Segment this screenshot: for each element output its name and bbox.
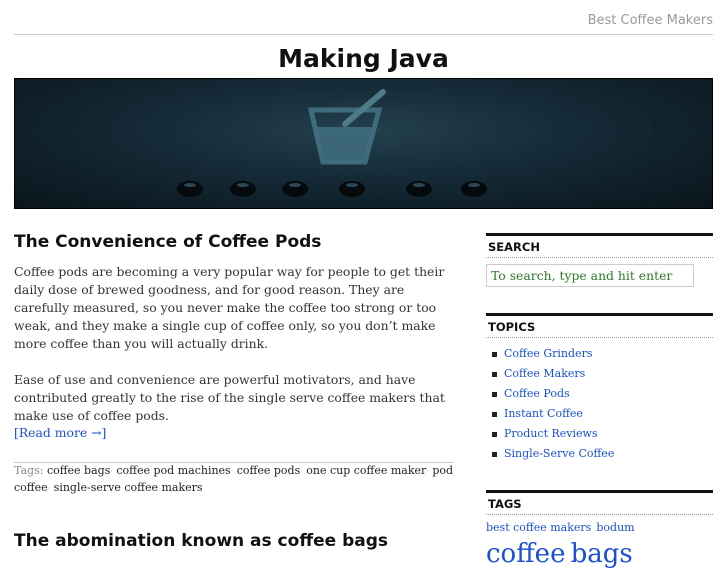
tag-cloud-link[interactable]: bodum <box>596 521 634 534</box>
topic-link[interactable]: Coffee Pods <box>488 384 614 404</box>
tag-link[interactable]: coffee bags <box>47 464 110 477</box>
site-title[interactable]: Making Java <box>0 44 727 73</box>
topics-list: Coffee Grinders Coffee Makers Coffee Pod… <box>488 344 614 464</box>
post-tags: Tags: coffee bags· coffee pod machines· … <box>14 462 454 497</box>
topic-link[interactable]: Single-Serve Coffee <box>488 444 614 464</box>
square-bullet-icon <box>492 352 497 357</box>
search-input[interactable]: To search, type and hit enter <box>486 264 694 287</box>
tag-cloud-link[interactable]: bags <box>571 539 633 569</box>
square-bullet-icon <box>492 392 497 397</box>
square-bullet-icon <box>492 412 497 417</box>
post-title[interactable]: The Convenience of Coffee Pods <box>14 232 321 252</box>
tag-link[interactable]: coffee pods <box>237 464 300 477</box>
tag-cloud-link[interactable]: best coffee makers <box>486 521 591 534</box>
topic-link[interactable]: Product Reviews <box>488 424 614 444</box>
tag-link[interactable]: one cup coffee maker <box>306 464 426 477</box>
header-banner <box>14 78 713 209</box>
square-bullet-icon <box>492 432 497 437</box>
coffee-cup-icon <box>74 79 656 208</box>
tags-label: Tags: <box>14 464 44 477</box>
search-heading: SEARCH <box>486 233 713 258</box>
square-bullet-icon <box>492 372 497 377</box>
read-more-link[interactable]: [Read more →] <box>14 425 106 440</box>
topic-link[interactable]: Coffee Grinders <box>488 344 614 364</box>
tag-cloud: best coffee makers bodum coffee bags <box>486 513 713 570</box>
topic-link[interactable]: Coffee Makers <box>488 364 614 384</box>
post-paragraph: Coffee pods are becoming a very popular … <box>14 264 445 351</box>
post-title[interactable]: The abomination known as coffee bags <box>14 531 388 551</box>
square-bullet-icon <box>492 452 497 457</box>
topic-link[interactable]: Instant Coffee <box>488 404 614 424</box>
topics-heading: TOPICS <box>486 313 713 338</box>
tag-link[interactable]: coffee pod machines <box>116 464 230 477</box>
header-divider <box>14 34 713 35</box>
post-paragraph: Ease of use and convenience are powerful… <box>14 372 445 423</box>
tags-heading: TAGS <box>486 490 713 515</box>
tag-link[interactable]: single-serve coffee makers <box>54 481 203 494</box>
nav-link-best-coffee-makers[interactable]: Best Coffee Makers <box>588 13 713 28</box>
tag-cloud-link[interactable]: coffee <box>486 539 565 569</box>
